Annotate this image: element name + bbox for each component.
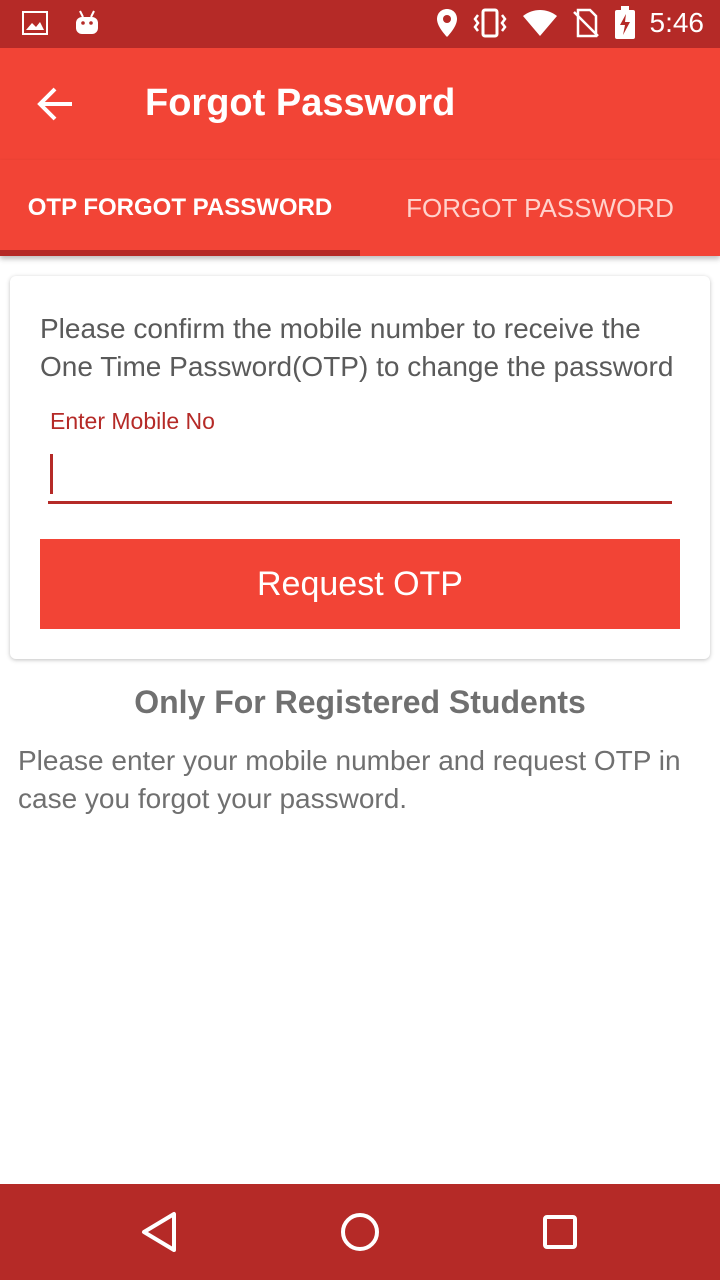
location-icon [436, 9, 457, 37]
mobile-input[interactable] [48, 446, 672, 504]
text-caret [50, 454, 53, 494]
navigation-bar [0, 1184, 720, 1280]
nav-back-button[interactable] [136, 1208, 184, 1256]
nav-back-icon [142, 1212, 176, 1252]
vibrate-icon [472, 8, 507, 38]
tab-otp-forgot-password[interactable]: OTP FORGOT PASSWORD [0, 160, 360, 256]
card-message: Please confirm the mobile number to rece… [40, 313, 674, 382]
status-time: 5:46 [649, 7, 705, 38]
wifi-icon [522, 10, 557, 36]
info-text: Please enter your mobile number and requ… [18, 745, 681, 814]
tab-forgot-password[interactable]: FORGOT PASSWORD [360, 160, 720, 256]
arrow-back-icon [37, 87, 72, 121]
page-title: Forgot Password [145, 82, 456, 124]
nav-home-icon [341, 1213, 379, 1251]
status-bar: 5:46 [0, 0, 720, 48]
nav-recent-button[interactable] [536, 1208, 584, 1256]
mobile-label: Enter Mobile No [50, 408, 215, 434]
back-button[interactable] [36, 84, 76, 124]
app-bar: Forgot Password [0, 48, 720, 160]
otp-card: Please confirm the mobile number to rece… [10, 276, 710, 659]
request-otp-button[interactable]: Request OTP [40, 539, 680, 629]
battery-charging-icon [614, 6, 635, 39]
tab-indicator [0, 250, 360, 256]
info-title: Only For Registered Students [134, 684, 586, 720]
nav-recent-icon [543, 1215, 577, 1249]
nav-home-button[interactable] [336, 1208, 384, 1256]
image-icon [22, 11, 48, 35]
android-icon [76, 10, 98, 34]
tab-bar: OTP FORGOT PASSWORD FORGOT PASSWORD [0, 160, 720, 256]
no-sim-icon [572, 8, 599, 38]
